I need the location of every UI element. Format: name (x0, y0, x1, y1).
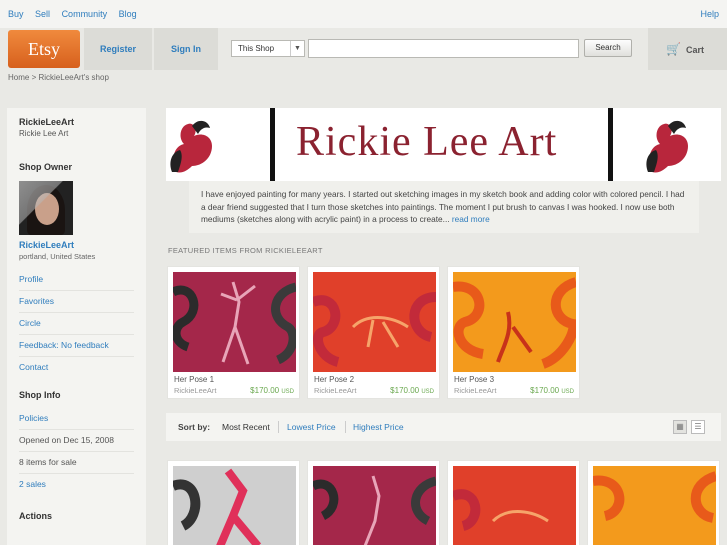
top-nav-links: Buy Sell Community Blog (8, 9, 146, 19)
cart-button[interactable]: 🛒 Cart (648, 28, 727, 70)
items-count: 8 items for sale (19, 452, 134, 474)
sort-bar: Sort by: Most Recent Lowest Price Highes… (166, 413, 721, 441)
squirrel-right-icon (646, 120, 688, 173)
header: Etsy Register Sign In This Shop ▼ Search… (0, 28, 727, 70)
sign-in-button[interactable]: Sign In (154, 28, 218, 70)
opened-date: Opened on Dec 15, 2008 (19, 430, 134, 452)
search-scope-select[interactable]: This Shop ▼ (231, 40, 305, 57)
item-seller[interactable]: RickieLeeArt (174, 386, 217, 395)
item-price: $170.00 USD (530, 386, 574, 395)
breadcrumb: Home > RickieLeeArt's shop (8, 73, 109, 82)
shop-announcement: I have enjoyed painting for many years. … (189, 181, 699, 233)
nav-buy-link[interactable]: Buy (8, 9, 24, 19)
item-image[interactable] (173, 466, 296, 545)
announcement-text: I have enjoyed painting for many years. … (201, 189, 685, 224)
item-price: $170.00 USD (250, 386, 294, 395)
featured-item[interactable]: Her Pose 2 RickieLeeArt $170.00 USD (307, 266, 440, 399)
favorites-link[interactable]: Favorites (19, 291, 134, 313)
search-scope-value: This Shop (238, 44, 275, 53)
shop-info-heading: Shop Info (19, 390, 61, 400)
nav-sell-link[interactable]: Sell (35, 9, 50, 19)
item-seller[interactable]: RickieLeeArt (314, 386, 357, 395)
shop-name: RickieLeeArt (19, 117, 75, 127)
sort-label: Sort by: (178, 422, 211, 432)
listing-item[interactable] (167, 460, 300, 545)
item-image[interactable] (593, 466, 716, 545)
shop-sidebar: RickieLeeArt Rickie Lee Art Shop Owner R… (7, 108, 146, 545)
sort-lowest-price[interactable]: Lowest Price (287, 413, 336, 441)
owner-location: portland, United States (19, 252, 96, 261)
featured-item[interactable]: Her Pose 3 RickieLeeArt $170.00 USD (447, 266, 580, 399)
sort-most-recent[interactable]: Most Recent (222, 413, 270, 441)
nav-blog-link[interactable]: Blog (119, 9, 137, 19)
register-button[interactable]: Register (84, 28, 152, 70)
grid-view-icon[interactable]: ▦ (673, 420, 687, 434)
shop-subtitle: Rickie Lee Art (19, 129, 69, 138)
item-title[interactable]: Her Pose 3 (454, 375, 494, 384)
cart-label: Cart (685, 45, 704, 55)
featured-heading: FEATURED ITEMS FROM RICKIELEEART (168, 246, 323, 255)
listing-item[interactable] (307, 460, 440, 545)
item-image[interactable] (313, 272, 436, 372)
item-image[interactable] (453, 272, 576, 372)
nav-community-link[interactable]: Community (62, 9, 108, 19)
avatar[interactable] (19, 181, 73, 235)
list-view-icon[interactable]: ☰ (691, 420, 705, 434)
listing-item[interactable] (587, 460, 720, 545)
etsy-logo[interactable]: Etsy (8, 30, 80, 68)
owner-name-link[interactable]: RickieLeeArt (19, 240, 134, 250)
top-nav: Buy Sell Community Blog Help (0, 0, 727, 28)
featured-item[interactable]: Her Pose 1 RickieLeeArt $170.00 USD (167, 266, 300, 399)
profile-link[interactable]: Profile (19, 269, 134, 291)
cart-icon: 🛒 (666, 42, 681, 56)
owner-links: Profile Favorites Circle Feedback: No fe… (19, 269, 134, 378)
squirrel-left-icon (170, 120, 212, 173)
shop-owner-heading: Shop Owner (19, 162, 73, 172)
item-image[interactable] (173, 272, 296, 372)
item-seller[interactable]: RickieLeeArt (454, 386, 497, 395)
banner-title: Rickie Lee Art (296, 119, 558, 165)
listing-item[interactable] (447, 460, 580, 545)
shop-info-list: Policies Opened on Dec 15, 2008 8 items … (19, 408, 134, 495)
read-more-link[interactable]: read more (452, 214, 490, 224)
actions-heading: Actions (19, 511, 53, 521)
sort-highest-price[interactable]: Highest Price (353, 413, 404, 441)
item-title[interactable]: Her Pose 1 (174, 375, 214, 384)
item-image[interactable] (313, 466, 436, 545)
chevron-down-icon: ▼ (290, 41, 304, 56)
search-button[interactable]: Search (584, 39, 632, 57)
item-price: $170.00 USD (390, 386, 434, 395)
item-image[interactable] (453, 466, 576, 545)
feedback-link[interactable]: Feedback: No feedback (19, 335, 134, 357)
circle-link[interactable]: Circle (19, 313, 134, 335)
policies-link[interactable]: Policies (19, 408, 134, 430)
item-title[interactable]: Her Pose 2 (314, 375, 354, 384)
sales-link[interactable]: 2 sales (19, 474, 134, 495)
help-link[interactable]: Help (700, 9, 719, 19)
shop-banner: Rickie Lee Art (166, 108, 721, 181)
search-input[interactable] (308, 39, 579, 58)
contact-link[interactable]: Contact (19, 357, 134, 378)
